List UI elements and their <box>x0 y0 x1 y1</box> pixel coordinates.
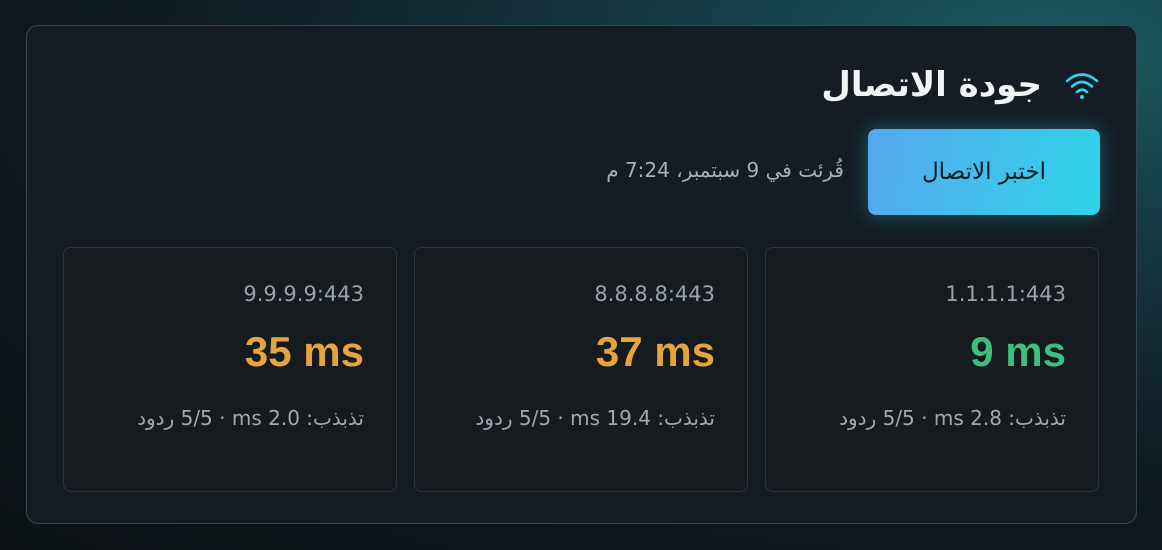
host-address: 1.1.1.1:443 <box>945 282 1066 306</box>
result-card: 9.9.9.9:443 35 ms تذبذب: 2.0 ms · 5/5 رد… <box>63 247 397 492</box>
separator: · <box>921 406 928 430</box>
separator: · <box>219 406 226 430</box>
stats-line: تذبذب: 2.8 ms · 5/5 ردود <box>790 400 1066 436</box>
stats-line: تذبذب: 2.0 ms · 5/5 ردود <box>88 400 364 436</box>
host-address: 9.9.9.9:443 <box>243 282 364 306</box>
responses-label: ردود <box>137 406 175 430</box>
responses-value: 5/5 <box>518 406 552 430</box>
stats-line: تذبذب: 19.4 ms · 5/5 ردود <box>439 400 715 436</box>
jitter-value: 2.0 ms <box>231 406 300 430</box>
jitter-value: 2.8 ms <box>933 406 1002 430</box>
panel-header: جودة الاتصال <box>821 68 1100 102</box>
host-address: 8.8.8.8:443 <box>594 282 715 306</box>
jitter-label: تذبذب: <box>1008 406 1066 430</box>
results-list: 1.1.1.1:443 9 ms تذبذب: 2.8 ms · 5/5 ردو… <box>63 247 1099 492</box>
jitter-label: تذبذب: <box>657 406 715 430</box>
page-title: جودة الاتصال <box>821 65 1042 105</box>
wifi-icon <box>1065 73 1099 99</box>
separator: · <box>557 406 564 430</box>
responses-label: ردود <box>839 406 877 430</box>
latency-value: 37 ms <box>595 328 715 375</box>
latency-value: 9 ms <box>970 328 1066 375</box>
connection-quality-panel: جودة الاتصال اختبر الاتصال قُرئت في 9 سب… <box>26 25 1137 524</box>
result-card: 8.8.8.8:443 37 ms تذبذب: 19.4 ms · 5/5 ر… <box>414 247 748 492</box>
result-card: 1.1.1.1:443 9 ms تذبذب: 2.8 ms · 5/5 ردو… <box>765 247 1099 492</box>
jitter-label: تذبذب: <box>306 406 364 430</box>
responses-label: ردود <box>475 406 513 430</box>
responses-value: 5/5 <box>882 406 915 430</box>
responses-value: 5/5 <box>180 406 213 430</box>
jitter-value: 19.4 ms <box>570 406 651 430</box>
test-connection-button[interactable]: اختبر الاتصال <box>868 129 1100 215</box>
latency-value: 35 ms <box>244 328 364 375</box>
last-read-timestamp: قُرئت في 9 سبتمبر، 7:24 م <box>606 158 844 182</box>
